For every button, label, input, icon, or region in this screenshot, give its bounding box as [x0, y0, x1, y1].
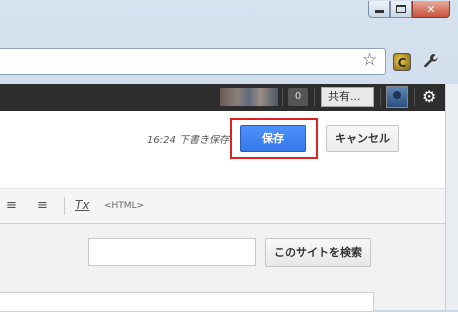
clear-formatting-icon[interactable]: Tx — [75, 198, 89, 212]
minimize-icon — [374, 10, 384, 13]
wrench-icon[interactable] — [423, 53, 439, 73]
highlight-box — [230, 118, 318, 159]
minimize-button[interactable] — [368, 1, 390, 18]
search-input[interactable] — [88, 238, 256, 266]
bookmark-star-icon[interactable]: ☆ — [362, 50, 377, 70]
bar-divider — [282, 88, 283, 106]
scrollbar[interactable] — [445, 84, 458, 310]
avatar[interactable] — [386, 86, 408, 108]
close-icon: ✕ — [426, 2, 436, 16]
maximize-button[interactable] — [390, 1, 412, 18]
browser-window: ✕ ☆ C 0 共有... ⚙ 16:24 下書き保存 保存 キャンセル ≡ ≡… — [0, 0, 458, 312]
content-panel — [0, 292, 374, 312]
save-status: 16:24 下書き保存 — [147, 135, 229, 146]
address-bar[interactable] — [0, 48, 386, 75]
sidebar-area: このサイトを検索 — [0, 224, 445, 312]
gear-icon[interactable]: ⚙ — [422, 87, 436, 106]
notification-count[interactable]: 0 — [288, 88, 308, 106]
align-center-icon[interactable]: ≡ — [6, 198, 17, 213]
search-site-button[interactable]: このサイトを検索 — [265, 238, 371, 267]
bar-divider — [380, 88, 381, 106]
editor-toolbar: ≡ ≡ Tx <HTML> — [0, 188, 445, 224]
bar-divider — [314, 88, 315, 106]
page-content: 16:24 下書き保存 保存 キャンセル ≡ ≡ Tx <HTML> このサイト… — [0, 111, 445, 312]
bar-divider — [414, 88, 415, 106]
html-mode-button[interactable]: <HTML> — [104, 201, 144, 211]
extension-icon[interactable]: C — [393, 53, 411, 71]
share-button[interactable]: 共有... — [321, 87, 374, 107]
close-button[interactable]: ✕ — [412, 1, 450, 18]
maximize-icon — [396, 5, 406, 13]
browser-toolbar: ☆ — [0, 45, 458, 84]
account-name-pixelated — [220, 88, 278, 106]
align-right-icon[interactable]: ≡ — [37, 198, 48, 213]
window-controls: ✕ — [368, 1, 450, 18]
cancel-button[interactable]: キャンセル — [326, 125, 399, 152]
toolbar-divider — [64, 197, 65, 215]
google-account-bar: 0 共有... ⚙ — [0, 84, 445, 111]
